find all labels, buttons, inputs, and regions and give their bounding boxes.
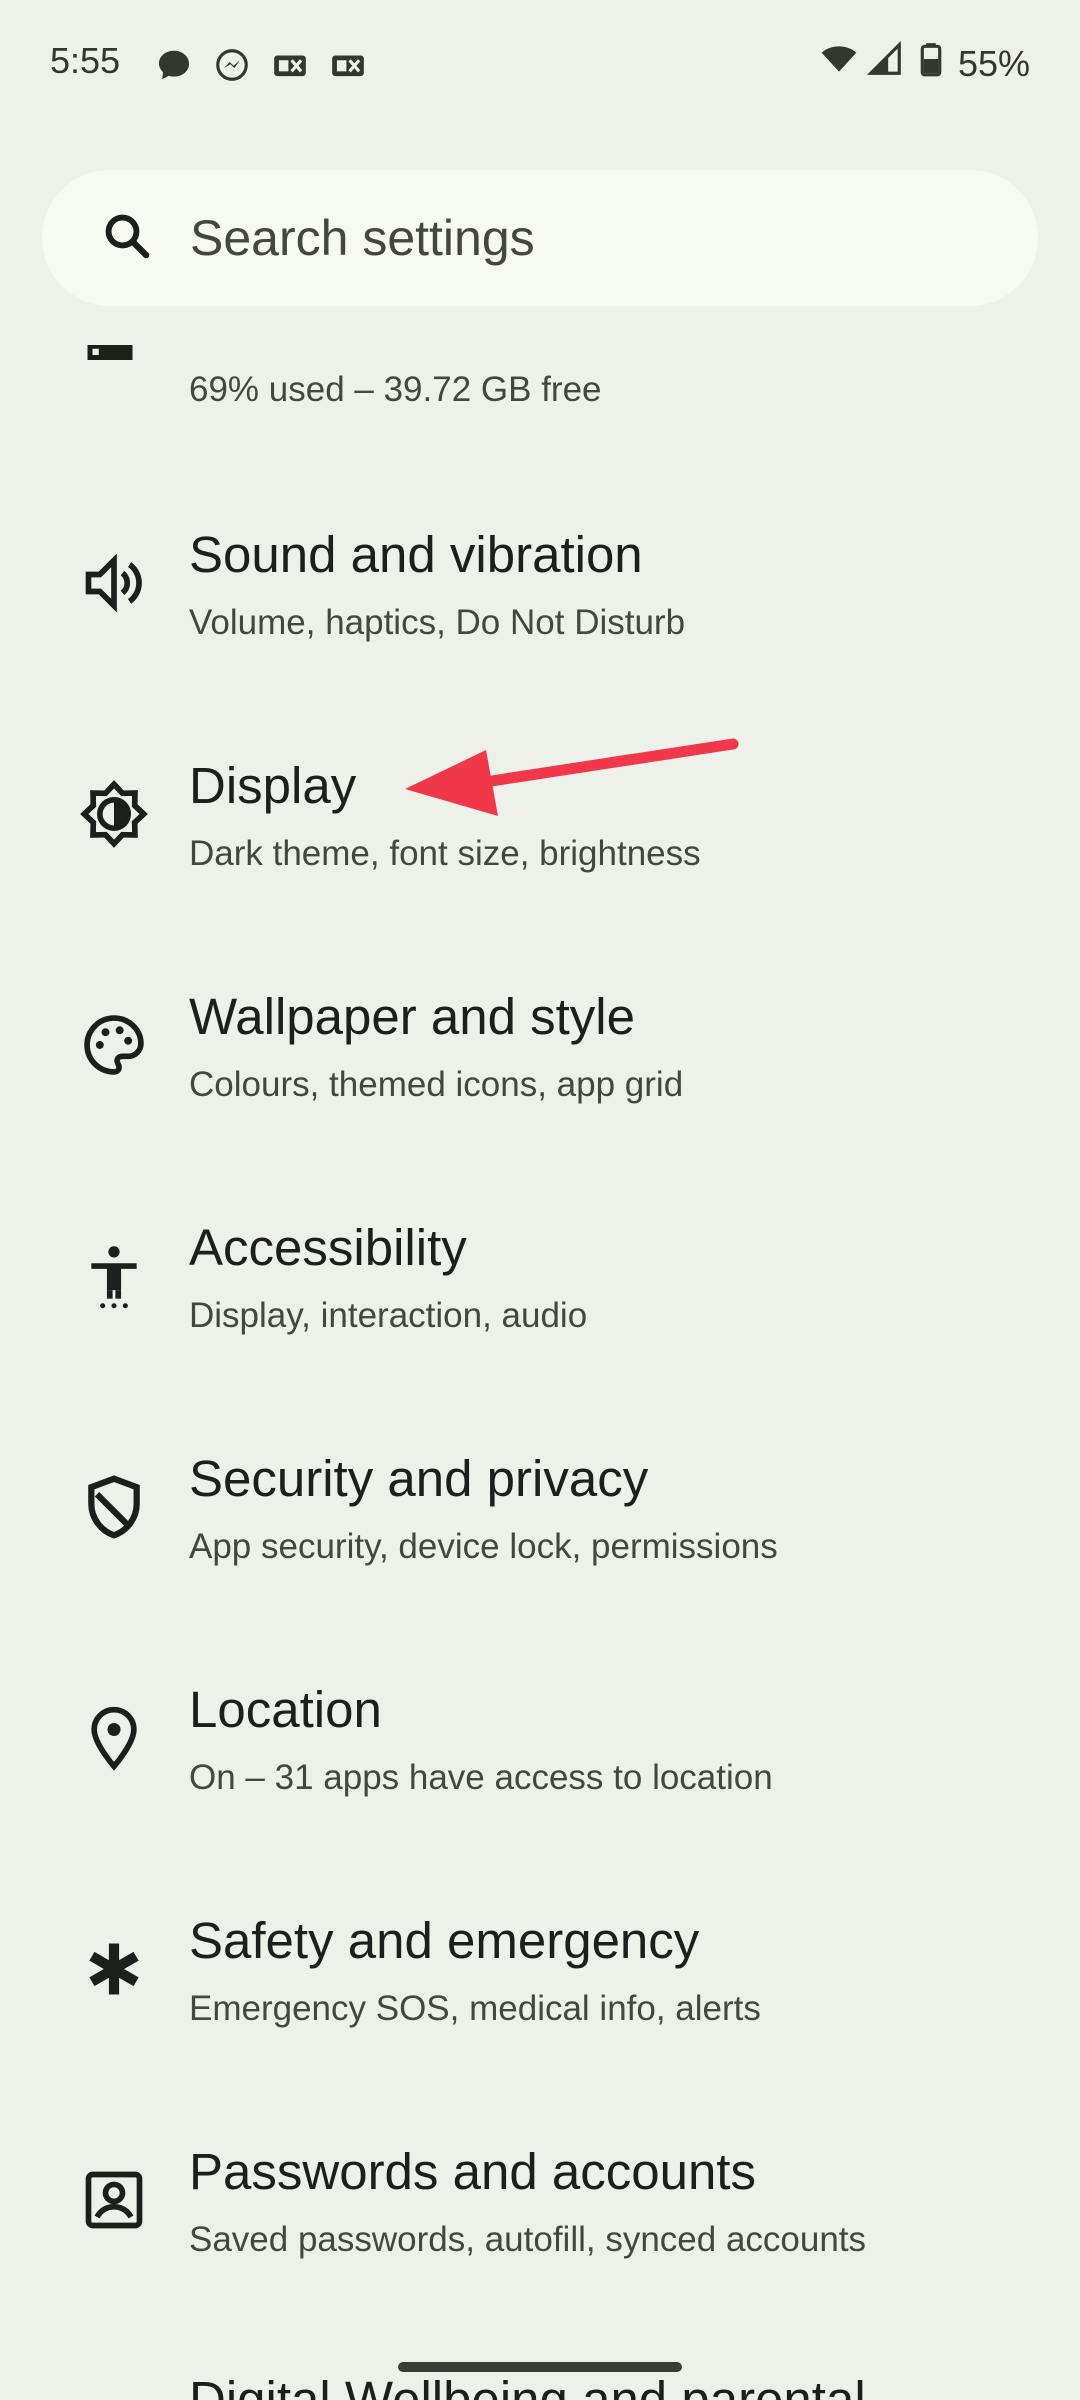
settings-item-title: Wallpaper and style <box>189 988 636 1045</box>
settings-item-summary: Volume, haptics, Do Not Disturb <box>189 603 686 642</box>
settings-item-summary: Saved passwords, autofill, synced accoun… <box>189 2220 867 2259</box>
account-box-icon <box>80 2166 148 2234</box>
annotation-arrow-icon <box>405 738 739 816</box>
location-pin-icon <box>80 1704 148 1772</box>
settings-item-location[interactable]: Location On – 31 apps have access to loc… <box>0 1650 1080 1860</box>
settings-item-sound[interactable]: Sound and vibration Volume, haptics, Do … <box>0 495 1080 705</box>
settings-item-title: Safety and emergency <box>189 1912 700 1969</box>
settings-item-wallpaper[interactable]: Wallpaper and style Colours, themed icon… <box>0 957 1080 1167</box>
settings-item-title: Digital Wellbeing and parental <box>189 2371 866 2400</box>
settings-item-summary: On – 31 apps have access to location <box>189 1758 773 1797</box>
settings-item-summary: Colours, themed icons, app grid <box>189 1065 684 1104</box>
settings-item-summary: 69% used – 39.72 GB free <box>189 370 602 409</box>
accessibility-icon <box>80 1242 148 1310</box>
settings-item-security[interactable]: Security and privacy App security, devic… <box>0 1419 1080 1629</box>
settings-item-summary: App security, device lock, permissions <box>189 1527 778 1566</box>
settings-item-title: Sound and vibration <box>189 526 643 583</box>
brightness-icon <box>80 780 148 848</box>
settings-item-title: Display <box>189 757 357 814</box>
storage-icon <box>80 340 148 408</box>
speaker-icon <box>80 549 148 617</box>
settings-item-title: Accessibility <box>189 1219 467 1276</box>
settings-item-passwords[interactable]: Passwords and accounts Saved passwords, … <box>0 2112 1080 2322</box>
settings-item-safety[interactable]: Safety and emergency Emergency SOS, medi… <box>0 1881 1080 2091</box>
asterisk-icon <box>80 1935 148 2003</box>
settings-item-accessibility[interactable]: Accessibility Display, interaction, audi… <box>0 1188 1080 1398</box>
settings-item-storage[interactable]: 69% used – 39.72 GB free <box>0 312 1080 412</box>
settings-item-summary: Dark theme, font size, brightness <box>189 834 701 873</box>
settings-item-title: Passwords and accounts <box>189 2143 756 2200</box>
settings-item-title: Security and privacy <box>189 1450 649 1507</box>
settings-item-summary: Emergency SOS, medical info, alerts <box>189 1989 761 2028</box>
palette-icon <box>80 1011 148 1079</box>
settings-item-title: Location <box>189 1681 382 1738</box>
gesture-nav-handle[interactable] <box>398 2362 682 2372</box>
settings-list: 69% used – 39.72 GB free Sound and vibra… <box>0 0 1080 2400</box>
shield-icon <box>80 1473 148 1541</box>
settings-item-summary: Display, interaction, audio <box>189 1296 588 1335</box>
